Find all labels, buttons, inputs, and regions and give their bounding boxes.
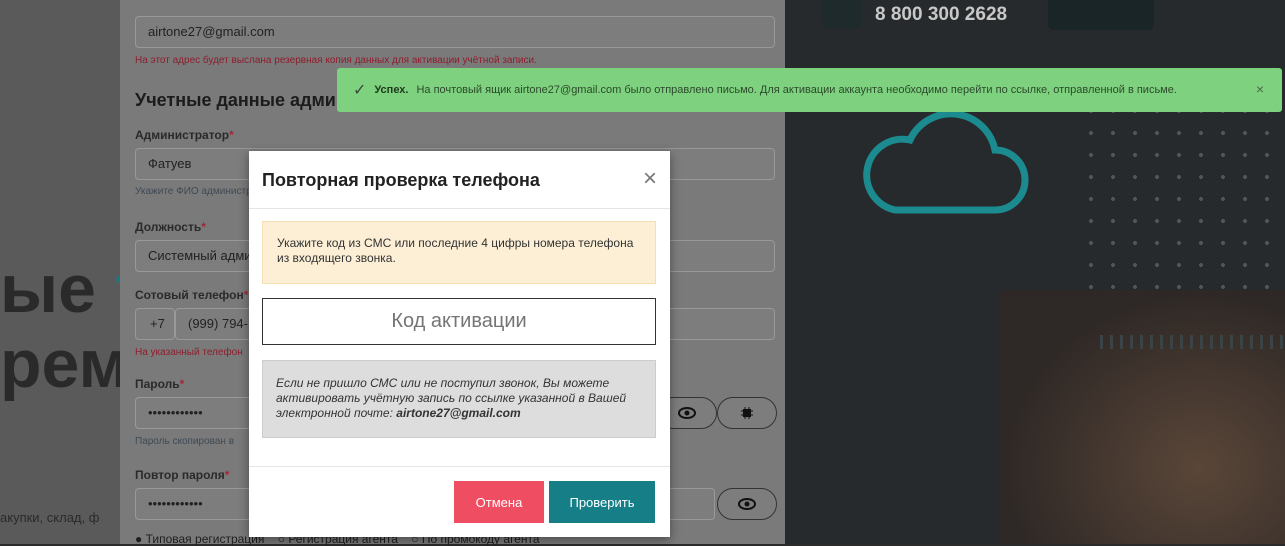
cancel-button[interactable]: Отмена [454,481,544,523]
email-activation-info: Если не пришло СМС или не поступил звоно… [262,360,656,438]
modal-footer-divider [249,466,670,467]
sms-notice: Укажите код из СМС или последние 4 цифры… [262,221,656,284]
email-hint: На этот адрес будет выслана резервная ко… [135,55,537,66]
success-toast: ✓ Успех. На почтовый ящик airtone27@gmai… [337,68,1282,112]
activation-code-input[interactable] [262,298,656,345]
toast-message: На почтовый ящик airtone27@gmail.com был… [416,84,1177,96]
phone-hint: На указанный телефон [135,347,243,358]
hero-subtext: акупки, склад, ф [0,510,100,525]
phone-icon [822,0,862,28]
password-hint: Пароль скопирован в [135,436,235,447]
phone-label: Сотовый телефон* [135,288,249,302]
phone-prefix: +7 [135,308,175,340]
email-field[interactable]: airtone27@gmail.com [135,16,775,48]
admin-label: Администратор* [135,128,234,142]
eye-icon [678,407,696,419]
chip-icon [741,407,753,419]
position-label: Должность* [135,220,206,234]
modal-header: Повторная проверка телефона × [249,151,670,209]
toast-close-icon[interactable]: × [1256,81,1264,97]
info-email: airtone27@gmail.com [396,406,521,420]
modal-close-icon[interactable]: × [643,167,657,191]
decorative-hand-image [1000,290,1285,544]
toast-title: Успех. [374,84,409,96]
eye-icon [738,498,756,510]
generate-password-button[interactable] [717,397,777,429]
verify-button[interactable]: Проверить [549,481,655,523]
header-phone-number[interactable]: 8 800 300 2628 [875,4,1007,26]
password-label: Пароль* [135,377,185,391]
password-repeat-label: Повтор пароля* [135,468,230,482]
hero-heading-line2: рем [0,326,129,402]
decorative-stripe [1100,335,1285,349]
phone-verification-modal: Повторная проверка телефона × Укажите ко… [249,151,670,537]
modal-title: Повторная проверка телефона [262,170,540,190]
cloud-icon [863,110,1029,214]
check-icon: ✓ [353,82,367,99]
header-button[interactable] [1048,0,1154,30]
show-password-repeat-button[interactable] [717,488,777,520]
